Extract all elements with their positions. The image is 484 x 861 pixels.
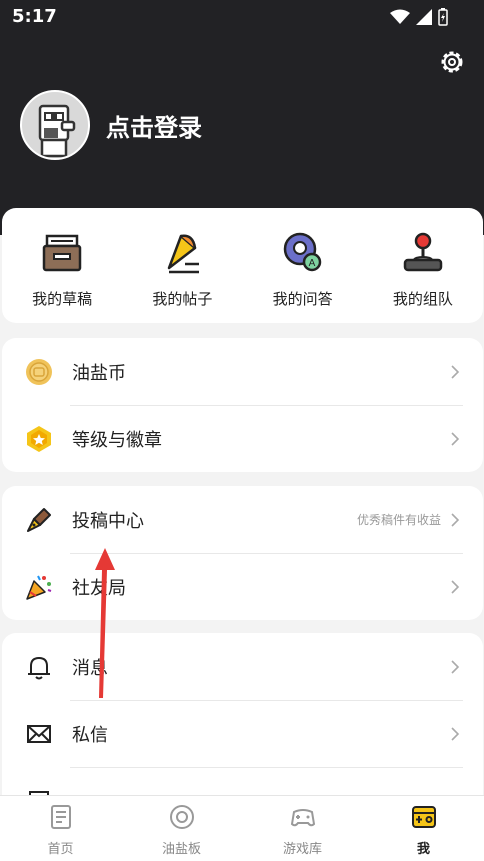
list-label-notifications: 消息	[72, 657, 108, 679]
bottom-nav: 首页 油盐板 游戏库 我	[0, 795, 484, 861]
quick-item-posts[interactable]: 我的帖子	[127, 230, 237, 309]
pen-nib-icon	[27, 507, 51, 532]
wifi-icon	[390, 9, 410, 24]
chevron-right-icon	[451, 579, 460, 594]
settings-gear-icon[interactable]	[438, 48, 466, 76]
submission-hint: 优秀稿件有收益	[356, 513, 441, 527]
login-prompt[interactable]: 点击登录	[106, 108, 202, 143]
home-doc-icon	[50, 805, 71, 829]
list-label-submission-center: 投稿中心	[72, 510, 144, 532]
status-bar: 5:17	[0, 0, 484, 34]
robot-avatar-icon	[38, 104, 76, 158]
drafts-box-icon	[42, 234, 82, 272]
list-label-level-badges: 等级与徽章	[72, 429, 162, 451]
team-joystick-icon	[403, 232, 443, 272]
status-time: 5:17	[12, 6, 57, 27]
messages-card: 消息 私信	[2, 633, 483, 813]
list-item-submission-center[interactable]: 投稿中心 优秀稿件有收益	[2, 486, 483, 553]
quick-label-posts: 我的帖子	[152, 290, 213, 308]
quick-item-qa[interactable]: A 我的问答	[248, 230, 358, 309]
chevron-right-icon	[451, 659, 460, 674]
chevron-right-icon	[451, 512, 460, 527]
wallet-card: 油盐币 等级与徽章	[2, 338, 483, 472]
list-label-private-messages: 私信	[72, 724, 108, 746]
list-item-notifications[interactable]: 消息	[2, 633, 483, 700]
svg-text:A: A	[308, 258, 315, 269]
avatar[interactable]	[20, 90, 90, 160]
nav-label-board: 油盐板	[161, 842, 201, 857]
chevron-right-icon	[451, 431, 460, 446]
quick-label-team: 我的组队	[392, 290, 453, 308]
quick-label-qa: 我的问答	[272, 290, 333, 308]
quick-label-drafts: 我的草稿	[32, 290, 93, 308]
quick-item-drafts[interactable]: 我的草稿	[7, 230, 117, 309]
list-item-level-badges[interactable]: 等级与徽章	[2, 405, 483, 472]
nav-tab-home[interactable]: 首页	[0, 796, 121, 861]
mail-icon	[27, 724, 51, 743]
list-item-coins[interactable]: 油盐币	[2, 338, 483, 405]
creator-card: 投稿中心 优秀稿件有收益 社友局	[2, 486, 483, 620]
posts-megaphone-icon	[168, 234, 200, 274]
chevron-right-icon	[451, 726, 460, 741]
chevron-right-icon	[451, 364, 460, 379]
nav-tab-me[interactable]: 我	[363, 796, 484, 861]
bell-icon	[28, 656, 50, 679]
quick-item-team[interactable]: 我的组队	[368, 230, 478, 309]
qa-bubble-icon: A	[283, 232, 321, 272]
nav-tab-game-library[interactable]: 游戏库	[242, 796, 363, 861]
badge-icon	[27, 425, 51, 452]
nav-label-me: 我	[416, 842, 430, 857]
list-item-social-club[interactable]: 社友局	[2, 553, 483, 620]
list-label-coins: 油盐币	[72, 362, 126, 384]
nav-label-game-library: 游戏库	[282, 842, 322, 857]
battery-icon	[438, 8, 448, 26]
profile-header: 5:17 点击登录	[0, 0, 484, 235]
board-circle-icon	[169, 805, 194, 829]
list-label-social-club: 社友局	[72, 577, 126, 599]
status-icons	[390, 8, 448, 26]
coin-icon	[26, 358, 52, 385]
me-gamepad-icon	[411, 806, 436, 828]
party-popper-icon	[26, 575, 52, 600]
nav-tab-board[interactable]: 油盐板	[121, 796, 242, 861]
gamepad-icon	[290, 809, 315, 827]
nav-label-home: 首页	[47, 842, 74, 857]
quick-actions-card: 我的草稿 我的帖子 A 我的问答 我的组队	[2, 208, 483, 323]
signal-icon	[416, 9, 432, 25]
list-item-private-messages[interactable]: 私信	[2, 700, 483, 767]
